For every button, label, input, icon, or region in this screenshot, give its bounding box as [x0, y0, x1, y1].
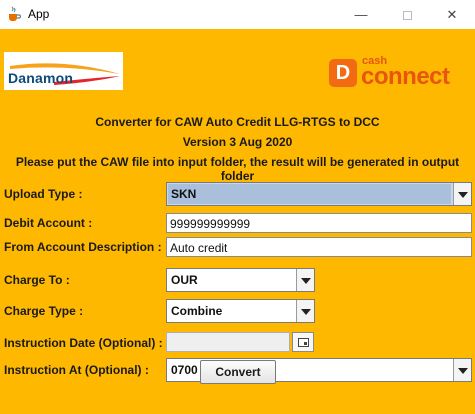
date-picker-button[interactable] [292, 332, 314, 352]
charge-type-label: Charge Type : [4, 304, 84, 318]
window-titlebar: App — ✕ [0, 0, 475, 29]
upload-type-highlight [168, 184, 451, 204]
from-account-description-input[interactable]: Auto credit [166, 237, 472, 257]
debit-account-label: Debit Account : [4, 216, 93, 230]
close-button[interactable]: ✕ [429, 0, 475, 29]
upload-type-dropdown-button[interactable] [453, 183, 471, 205]
charge-type-value: Combine [171, 304, 223, 318]
chevron-down-icon [301, 278, 311, 284]
main-panel: Danamon D cash connect Converter for CAW… [0, 29, 475, 414]
chevron-down-icon [458, 192, 468, 198]
danamon-logo-text: Danamon [8, 70, 74, 86]
debit-account-value: 999999999999 [170, 217, 251, 231]
close-icon: ✕ [446, 7, 458, 22]
minimize-button[interactable]: — [338, 0, 384, 29]
app-heading: Converter for CAW Auto Credit LLG-RTGS t… [95, 115, 380, 129]
debit-account-input[interactable]: 999999999999 [166, 213, 472, 233]
charge-to-value: OUR [171, 273, 198, 287]
cashconnect-connect-text: connect [361, 63, 450, 90]
instruction-text: Please put the CAW file into input folde… [15, 155, 460, 183]
java-cup-icon [9, 6, 21, 21]
instruction-date-label: Instruction Date (Optional) : [4, 336, 163, 350]
maximize-button[interactable] [384, 0, 430, 29]
minimize-icon: — [354, 7, 368, 22]
upload-type-select[interactable]: SKN [166, 182, 472, 206]
instruction-at-dropdown-button[interactable] [453, 359, 471, 381]
charge-to-label: Charge To : [4, 273, 70, 287]
danamon-logo: Danamon [4, 52, 123, 90]
charge-type-select[interactable]: Combine [166, 299, 315, 323]
instruction-at-label: Instruction At (Optional) : [4, 363, 149, 377]
convert-button[interactable]: Convert [200, 360, 276, 384]
from-account-description-value: Auto credit [170, 241, 228, 255]
window-title: App [28, 7, 50, 21]
instruction-at-value: 0700 [171, 363, 198, 377]
maximize-icon [402, 11, 412, 21]
instruction-date-input[interactable] [166, 332, 290, 352]
cashconnect-d-icon: D [329, 59, 357, 87]
version-text: Version 3 Aug 2020 [182, 135, 293, 149]
calendar-icon [298, 338, 309, 347]
charge-to-select[interactable]: OUR [166, 268, 315, 292]
cashconnect-logo: D cash connect [329, 55, 469, 91]
charge-to-dropdown-button[interactable] [296, 269, 314, 291]
chevron-down-icon [458, 368, 468, 374]
chevron-down-icon [301, 309, 311, 315]
upload-type-label: Upload Type : [4, 187, 83, 201]
charge-type-dropdown-button[interactable] [296, 300, 314, 322]
upload-type-value: SKN [171, 187, 197, 201]
from-account-description-label: From Account Description : [4, 240, 162, 254]
